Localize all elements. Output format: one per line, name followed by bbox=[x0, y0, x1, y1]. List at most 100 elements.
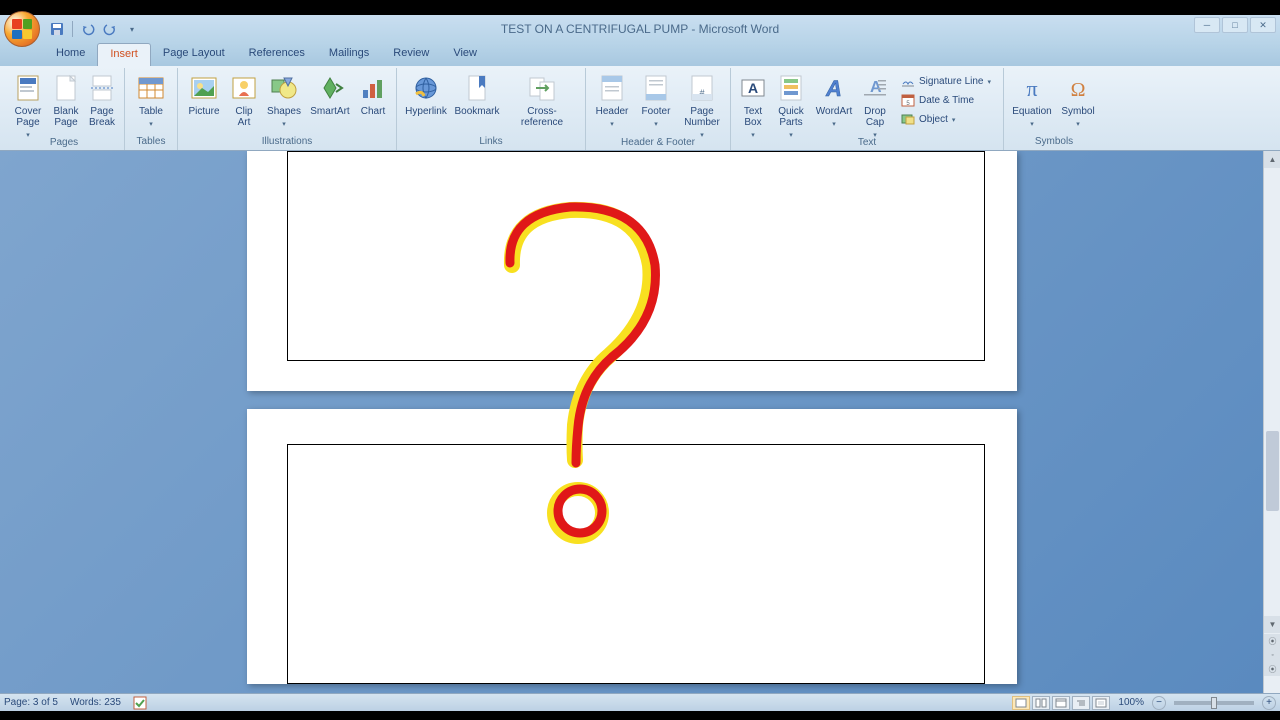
crossref-icon bbox=[528, 72, 556, 104]
page-upper[interactable] bbox=[247, 151, 1017, 391]
group-text: A Text Box▾ Quick Parts▾ A WordArt▾ A Dr… bbox=[731, 68, 1004, 150]
qat-customize-icon[interactable]: ▾ bbox=[123, 20, 141, 38]
textbox-button[interactable]: A Text Box▾ bbox=[737, 70, 769, 141]
undo-icon[interactable] bbox=[79, 20, 97, 38]
close-button[interactable]: ✕ bbox=[1250, 17, 1276, 33]
browse-object-icon[interactable]: ◦ bbox=[1264, 648, 1280, 662]
hyperlink-icon bbox=[412, 72, 440, 104]
dropcap-icon: A bbox=[862, 72, 888, 104]
wordart-icon: A bbox=[820, 72, 848, 104]
dropcap-button[interactable]: A Drop Cap▾ bbox=[859, 70, 891, 141]
window-title: TEST ON A CENTRIFUGAL PUMP - Microsoft W… bbox=[501, 22, 779, 36]
picture-icon bbox=[190, 72, 218, 104]
quick-access-toolbar: ▾ bbox=[48, 20, 141, 38]
page-break-icon bbox=[91, 72, 113, 104]
cover-page-icon bbox=[16, 72, 40, 104]
zoom-in-button[interactable]: + bbox=[1262, 696, 1276, 710]
svg-text:π: π bbox=[1026, 76, 1037, 101]
document-area[interactable] bbox=[0, 151, 1263, 693]
header-button[interactable]: Header▾ bbox=[592, 70, 632, 130]
ribbon-tabs: Home Insert Page Layout References Maili… bbox=[0, 43, 1280, 66]
view-print-layout-icon[interactable] bbox=[1012, 696, 1030, 710]
symbol-button[interactable]: Ω Symbol▾ bbox=[1058, 70, 1098, 130]
view-outline-icon[interactable] bbox=[1072, 696, 1090, 710]
tab-insert[interactable]: Insert bbox=[97, 43, 151, 66]
status-words[interactable]: Words: 235 bbox=[70, 697, 121, 708]
zoom-out-button[interactable]: − bbox=[1152, 696, 1166, 710]
minimize-button[interactable]: ─ bbox=[1194, 17, 1220, 33]
office-button[interactable] bbox=[4, 11, 40, 47]
page-lower[interactable] bbox=[247, 409, 1017, 684]
page-break-button[interactable]: Page Break bbox=[86, 70, 118, 130]
redo-icon[interactable] bbox=[101, 20, 119, 38]
picture-button[interactable]: Picture bbox=[184, 70, 224, 119]
view-full-screen-icon[interactable] bbox=[1032, 696, 1050, 710]
table-icon bbox=[137, 72, 165, 104]
clipart-button[interactable]: Clip Art bbox=[228, 70, 260, 130]
footer-icon bbox=[644, 72, 668, 104]
object-icon bbox=[901, 112, 915, 126]
tab-view[interactable]: View bbox=[441, 43, 489, 66]
prev-page-icon[interactable]: ⦿ bbox=[1264, 634, 1280, 648]
group-pages: Cover Page▾ Blank Page Page Break Pages bbox=[4, 68, 125, 150]
page-number-button[interactable]: # Page Number▾ bbox=[680, 70, 724, 141]
group-symbols: π Equation▾ Ω Symbol▾ Symbols bbox=[1004, 68, 1104, 150]
svg-text:A: A bbox=[870, 79, 882, 96]
save-icon[interactable] bbox=[48, 20, 66, 38]
cover-page-button[interactable]: Cover Page▾ bbox=[10, 70, 46, 141]
wordart-button[interactable]: A WordArt▾ bbox=[813, 70, 855, 130]
group-headerfooter: Header▾ Footer▾ # Page Number▾ Header & … bbox=[586, 68, 731, 150]
scroll-thumb[interactable] bbox=[1266, 431, 1279, 511]
view-draft-icon[interactable] bbox=[1092, 696, 1110, 710]
symbol-icon: Ω bbox=[1064, 72, 1092, 104]
header-icon bbox=[600, 72, 624, 104]
blank-page-icon bbox=[55, 72, 77, 104]
title-bar: ▾ TEST ON A CENTRIFUGAL PUMP - Microsoft… bbox=[0, 15, 1280, 43]
quickparts-icon bbox=[779, 72, 803, 104]
clipart-icon bbox=[231, 72, 257, 104]
group-illustrations: Picture Clip Art Shapes▾ SmartArt Chart bbox=[178, 68, 397, 150]
hyperlink-button[interactable]: Hyperlink bbox=[403, 70, 449, 119]
view-web-layout-icon[interactable] bbox=[1052, 696, 1070, 710]
status-page[interactable]: Page: 3 of 5 bbox=[4, 697, 58, 708]
zoom-level[interactable]: 100% bbox=[1118, 697, 1144, 708]
crossref-button[interactable]: Cross-reference bbox=[505, 70, 579, 130]
textbox-icon: A bbox=[740, 72, 766, 104]
signature-line-button[interactable]: Signature Line ▾ bbox=[897, 72, 995, 90]
smartart-icon bbox=[316, 72, 344, 104]
word-window: ▾ TEST ON A CENTRIFUGAL PUMP - Microsoft… bbox=[0, 15, 1280, 711]
chart-button[interactable]: Chart bbox=[356, 70, 390, 119]
ribbon: Cover Page▾ Blank Page Page Break Pages … bbox=[0, 66, 1280, 151]
bookmark-icon bbox=[465, 72, 489, 104]
next-page-icon[interactable]: ⦿ bbox=[1264, 662, 1280, 676]
footer-button[interactable]: Footer▾ bbox=[636, 70, 676, 130]
maximize-button[interactable]: □ bbox=[1222, 17, 1248, 33]
tab-references[interactable]: References bbox=[237, 43, 317, 66]
datetime-button[interactable]: 5Date & Time bbox=[897, 91, 995, 109]
shapes-icon bbox=[270, 72, 298, 104]
object-button[interactable]: Object ▾ bbox=[897, 110, 995, 128]
zoom-slider[interactable] bbox=[1174, 701, 1254, 705]
svg-text:Ω: Ω bbox=[1071, 79, 1086, 101]
group-tables: Table▾ Tables bbox=[125, 68, 178, 150]
page-number-icon: # bbox=[690, 72, 714, 104]
equation-button[interactable]: π Equation▾ bbox=[1010, 70, 1054, 130]
tab-home[interactable]: Home bbox=[44, 43, 97, 66]
svg-text:A: A bbox=[748, 80, 758, 96]
tab-page-layout[interactable]: Page Layout bbox=[151, 43, 237, 66]
shapes-button[interactable]: Shapes▾ bbox=[264, 70, 304, 130]
vertical-scrollbar[interactable]: ▲ ⦿ ◦ ⦿ ▼ bbox=[1263, 151, 1280, 693]
scroll-down-icon[interactable]: ▼ bbox=[1264, 616, 1280, 633]
blank-page-button[interactable]: Blank Page bbox=[50, 70, 82, 130]
content-frame bbox=[287, 444, 985, 684]
zoom-slider-thumb[interactable] bbox=[1211, 697, 1217, 709]
tab-review[interactable]: Review bbox=[381, 43, 441, 66]
tab-mailings[interactable]: Mailings bbox=[317, 43, 381, 66]
proofing-icon[interactable] bbox=[133, 696, 147, 710]
smartart-button[interactable]: SmartArt bbox=[308, 70, 352, 119]
bookmark-button[interactable]: Bookmark bbox=[453, 70, 501, 119]
table-button[interactable]: Table▾ bbox=[131, 70, 171, 130]
quickparts-button[interactable]: Quick Parts▾ bbox=[773, 70, 809, 141]
scroll-up-icon[interactable]: ▲ bbox=[1264, 151, 1280, 168]
chart-icon bbox=[359, 72, 387, 104]
